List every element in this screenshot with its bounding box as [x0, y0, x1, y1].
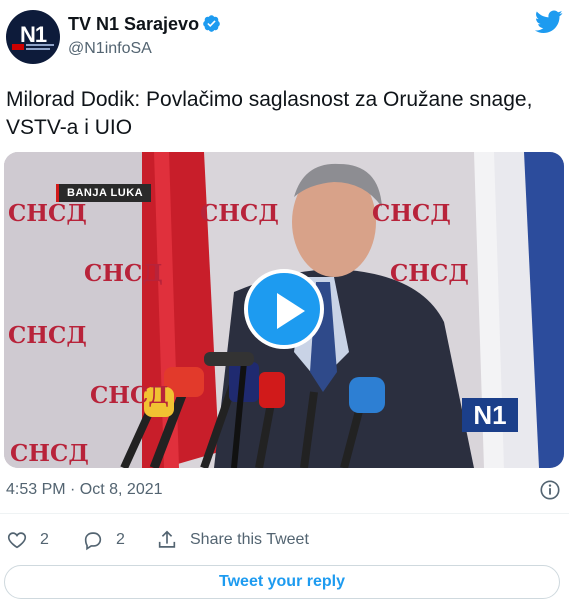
backdrop-logo-text: СНСД: [10, 440, 89, 467]
backdrop-logo-text: СНСД: [372, 200, 451, 227]
avatar-line: [26, 44, 54, 46]
account-handle[interactable]: @N1infoSA: [68, 40, 152, 58]
reply-bubble-icon: [84, 532, 102, 551]
tweet-actions: 2 2 Share this Tweet: [0, 525, 569, 555]
backdrop-logo-text: СНСД: [8, 200, 87, 227]
like-button[interactable]: 2: [6, 525, 49, 555]
twitter-logo-icon[interactable]: [535, 10, 563, 34]
like-count: 2: [40, 531, 49, 548]
reply-count: 2: [116, 531, 125, 548]
share-icon: [158, 530, 176, 548]
reply-button[interactable]: 2: [82, 525, 125, 555]
cnn-mark: [12, 44, 24, 50]
backdrop-logo-text: СНСД: [84, 260, 163, 287]
video-player[interactable]: BANJA LUKA СНСД СНСД СНСД СНСД СНСД СНСД…: [4, 152, 564, 468]
heart-icon: [7, 532, 27, 549]
backdrop-logo-text: СНСД: [90, 382, 169, 409]
account-name[interactable]: TV N1 Sarajevo: [68, 14, 199, 35]
backdrop-logo-text: СНСД: [390, 260, 469, 287]
backdrop-logo-text: СНСД: [8, 322, 87, 349]
play-icon[interactable]: [244, 269, 324, 349]
avatar-line: [26, 48, 50, 50]
tweet-header: N1 TV N1 Sarajevo @N1infoSA: [0, 0, 569, 76]
info-icon[interactable]: [539, 479, 561, 501]
tweet-text: Milorad Dodik: Povlačimo saglasnost za O…: [6, 88, 533, 139]
divider: [0, 513, 569, 514]
avatar[interactable]: N1: [6, 10, 60, 64]
backdrop-logo-text: СНСД: [200, 200, 279, 227]
play-triangle: [277, 293, 305, 329]
share-label: Share this Tweet: [190, 531, 309, 548]
channel-badge: N1: [462, 398, 518, 432]
tweet-timestamp[interactable]: 4:53 PM · Oct 8, 2021: [6, 481, 163, 499]
share-button[interactable]: Share this Tweet: [156, 525, 309, 555]
verified-badge-icon: [203, 15, 220, 32]
tweet-reply-button[interactable]: Tweet your reply: [4, 565, 560, 599]
